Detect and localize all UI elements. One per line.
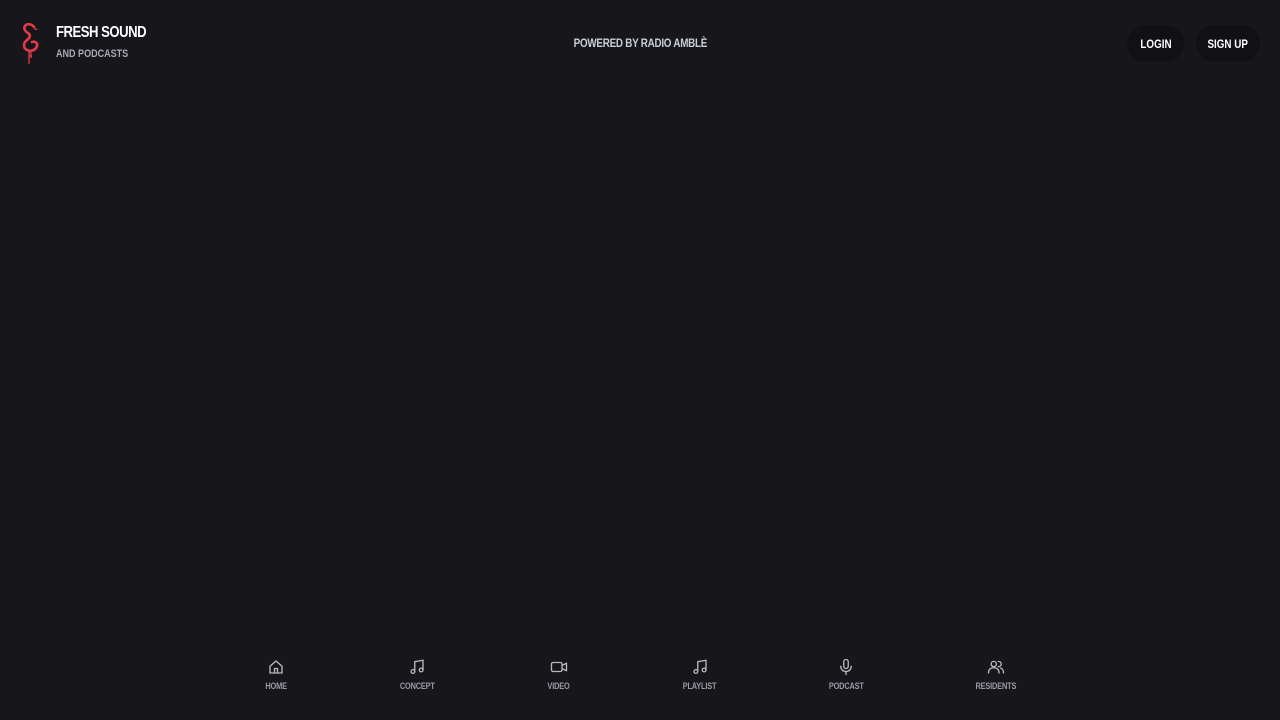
users-icon xyxy=(987,658,1005,676)
signup-label: SIGN UP xyxy=(1207,36,1249,51)
powered-by-label: POWERED BY RADIO AMBLÈ xyxy=(573,36,707,50)
music-note-icon xyxy=(408,658,426,676)
nav-item-concept[interactable]: CONCEPT xyxy=(387,658,447,691)
nav-item-podcast[interactable]: PODCAST xyxy=(816,658,876,691)
home-icon xyxy=(267,658,285,676)
powered-by-text: POWERED BY RADIO AMBLÈ xyxy=(0,36,1280,50)
nav-item-residents[interactable]: RESIDENTS xyxy=(966,658,1026,691)
nav-label-residents: RESIDENTS xyxy=(975,681,1017,691)
music-note-icon xyxy=(691,658,709,676)
signup-button[interactable]: SIGN UP xyxy=(1196,25,1260,62)
nav-label-playlist: PLAYLIST xyxy=(683,681,717,691)
bottom-nav: HOME CONCEPT VIDEO PLAYLIST PODCAST RESI… xyxy=(0,656,1280,720)
nav-label-concept: CONCEPT xyxy=(399,681,435,691)
video-camera-icon xyxy=(550,658,568,676)
nav-item-home[interactable]: HOME xyxy=(246,658,306,691)
nav-label-podcast: PODCAST xyxy=(828,681,864,691)
nav-item-video[interactable]: VIDEO xyxy=(529,658,589,691)
login-label: LOGIN xyxy=(1139,36,1172,51)
top-header: FRESH SOUND AND PODCASTS POWERED BY RADI… xyxy=(0,0,1280,88)
nav-label-home: HOME xyxy=(265,681,287,691)
login-button[interactable]: LOGIN xyxy=(1127,25,1184,62)
nav-label-video: VIDEO xyxy=(547,681,571,691)
microphone-icon xyxy=(837,658,855,676)
nav-item-playlist[interactable]: PLAYLIST xyxy=(670,658,730,691)
